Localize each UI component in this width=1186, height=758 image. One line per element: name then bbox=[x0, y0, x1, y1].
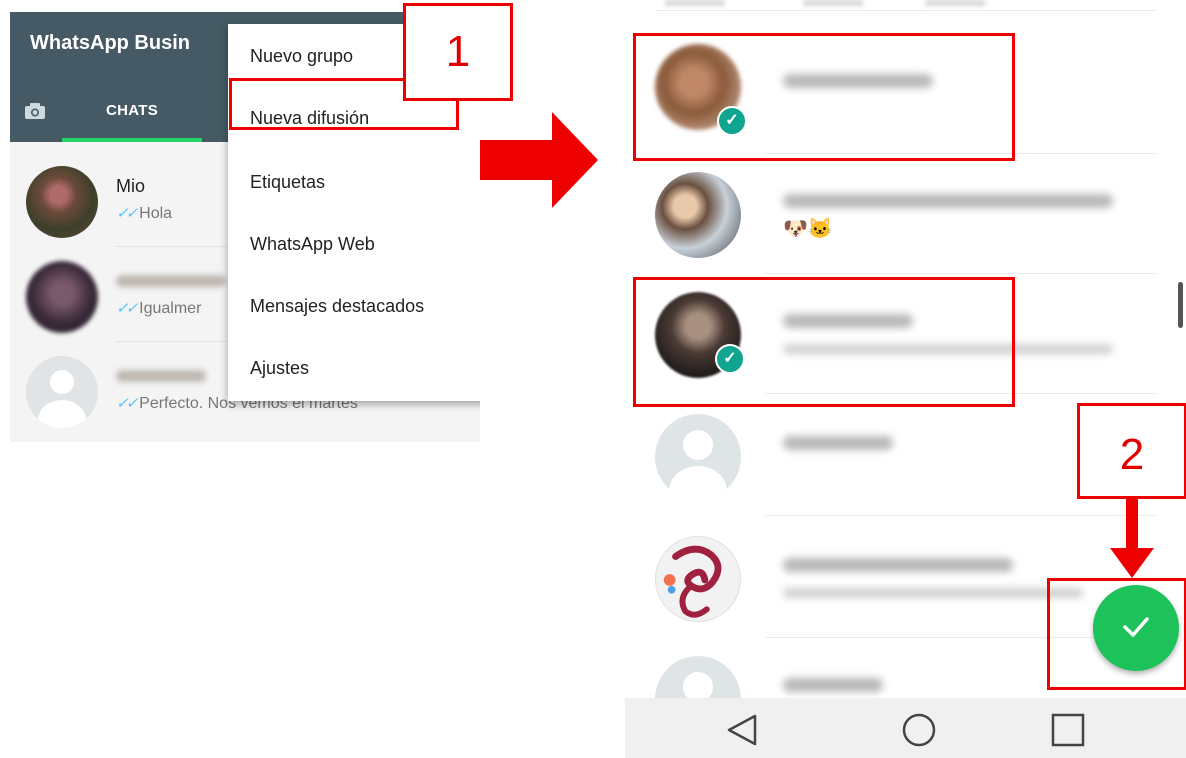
blurred-contact-name bbox=[783, 558, 1013, 572]
avatar-placeholder bbox=[26, 356, 98, 428]
arrow-down-icon bbox=[1110, 498, 1154, 578]
chat-last-message: ✓✓ Igualmer bbox=[116, 300, 202, 317]
chat-last-message: ✓✓ Hola bbox=[116, 205, 173, 222]
blurred-contact-name bbox=[783, 436, 893, 450]
avatar-placeholder bbox=[655, 414, 741, 500]
tab-chats-label: CHATS bbox=[105, 102, 159, 119]
contact-row[interactable]: 🐶🐱 bbox=[625, 154, 1186, 274]
blurred-contact-status bbox=[783, 588, 1083, 598]
contact-emoji: 🐶🐱 bbox=[783, 218, 833, 240]
divider bbox=[765, 515, 1156, 516]
arrow-right-icon bbox=[480, 112, 598, 208]
dragon-icon bbox=[663, 545, 722, 618]
scrollbar-thumb[interactable] bbox=[1178, 282, 1183, 328]
highlight-selected-contact-1 bbox=[633, 33, 1015, 161]
chat-name: Mio bbox=[116, 176, 146, 196]
highlight-selected-contact-2 bbox=[633, 277, 1015, 407]
blurred-contact-name bbox=[783, 194, 1113, 208]
app-title: WhatsApp Busin bbox=[30, 32, 190, 54]
blurred-contact-name bbox=[116, 275, 226, 287]
menu-item-mensajes-destacados[interactable]: Mensajes destacados bbox=[250, 296, 424, 317]
avatar-dragon bbox=[655, 536, 741, 622]
blurred-contact-name bbox=[116, 370, 206, 382]
menu-item-ajustes[interactable]: Ajustes bbox=[250, 358, 309, 379]
cut-off-row bbox=[803, 0, 863, 6]
cut-off-row bbox=[925, 0, 985, 6]
android-navigation-bar bbox=[625, 698, 1186, 758]
divider bbox=[655, 10, 1156, 11]
camera-icon[interactable] bbox=[24, 102, 46, 120]
menu-item-whatsapp-web[interactable]: WhatsApp Web bbox=[250, 234, 375, 255]
recents-square-icon[interactable] bbox=[1051, 713, 1085, 747]
double-check-icon: ✓✓ bbox=[116, 300, 138, 317]
menu-item-nuevo-grupo[interactable]: Nuevo grupo bbox=[250, 46, 353, 67]
cut-off-row bbox=[665, 0, 725, 6]
menu-item-etiquetas[interactable]: Etiquetas bbox=[250, 172, 325, 193]
step-1-label: 1 bbox=[403, 3, 513, 101]
blurred-contact-name bbox=[783, 678, 883, 692]
home-circle-icon[interactable] bbox=[901, 712, 937, 748]
avatar bbox=[26, 166, 98, 238]
avatar bbox=[26, 261, 98, 333]
back-triangle-icon[interactable] bbox=[725, 713, 759, 747]
double-check-icon: ✓✓ bbox=[116, 205, 138, 222]
tab-indicator bbox=[62, 138, 202, 142]
double-check-icon: ✓✓ bbox=[116, 395, 138, 412]
tab-chats[interactable]: CHATS bbox=[62, 84, 202, 142]
step-2-label: 2 bbox=[1077, 403, 1186, 499]
avatar bbox=[655, 172, 741, 258]
highlight-fab bbox=[1047, 578, 1186, 690]
